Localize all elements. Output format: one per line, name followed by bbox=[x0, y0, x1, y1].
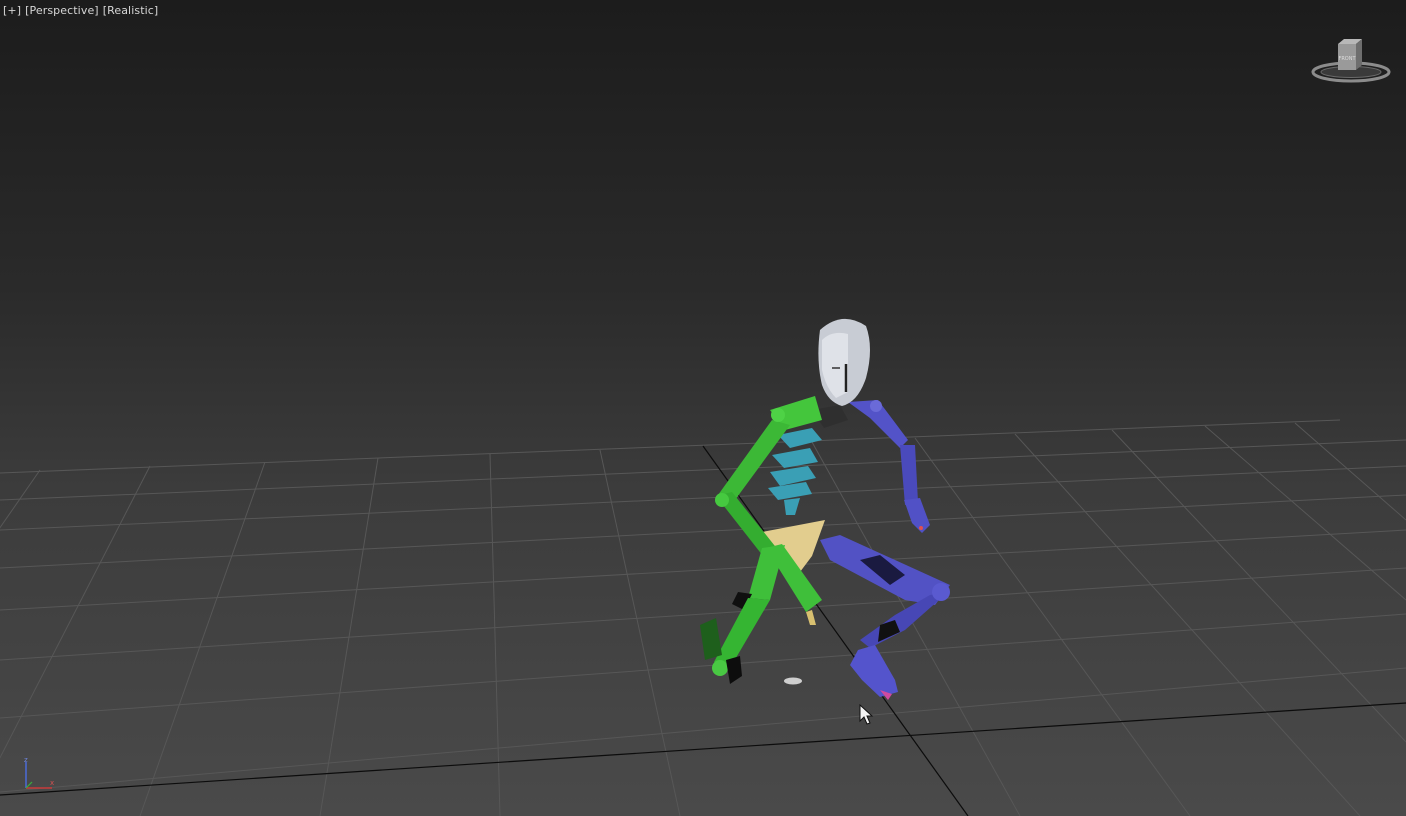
point-of-view-menu[interactable]: [Perspective] bbox=[25, 4, 99, 17]
shading-viewport-menu[interactable]: [Realistic] bbox=[103, 4, 159, 17]
home-grid bbox=[0, 419, 1406, 816]
biped-right-leg[interactable] bbox=[820, 535, 950, 700]
perspective-viewport[interactable]: [+] [Perspective] [Realistic] FRONT z x bbox=[0, 0, 1406, 816]
axis-tripod-icon: z x bbox=[24, 756, 54, 789]
biped-character[interactable] bbox=[700, 318, 950, 700]
general-viewport-menu[interactable]: [+] bbox=[3, 4, 21, 17]
viewcube-icon[interactable]: FRONT bbox=[1310, 36, 1392, 88]
axis-z-label: z bbox=[24, 756, 28, 764]
axis-x-label: x bbox=[50, 779, 54, 787]
biped-head[interactable] bbox=[818, 318, 870, 406]
biped-right-arm[interactable] bbox=[848, 400, 930, 533]
viewport-label-menu: [+] [Perspective] [Realistic] bbox=[3, 4, 158, 17]
viewport-scene[interactable] bbox=[0, 0, 1406, 816]
mouse-pointer-icon bbox=[859, 704, 874, 725]
viewcube-face-label: FRONT bbox=[1338, 56, 1356, 62]
foot-marker bbox=[784, 677, 802, 685]
